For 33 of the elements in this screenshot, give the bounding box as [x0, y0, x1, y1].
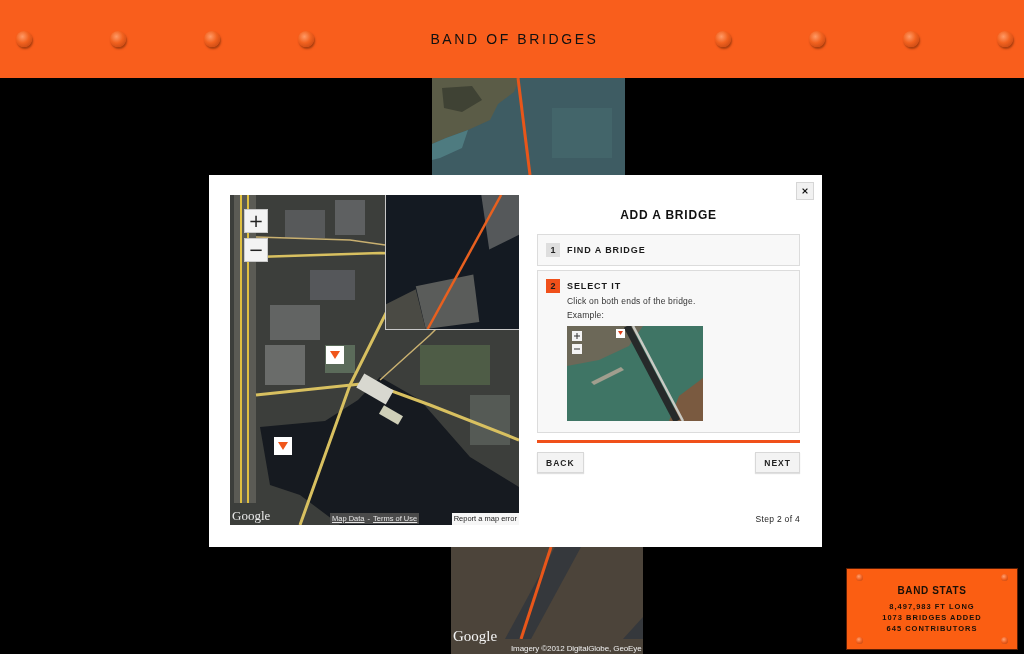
- map-logo: Google: [453, 629, 498, 644]
- step-description: Click on both ends of the bridge.: [567, 296, 697, 307]
- rivet-icon: [1001, 574, 1008, 581]
- map-attribution: Imagery ©2012 DigitalGlobe, GeoEye: [511, 644, 642, 653]
- step-title: FIND A BRIDGE: [567, 245, 646, 255]
- rivet-icon: [856, 637, 863, 644]
- step-number: 1: [546, 243, 560, 257]
- marker-icon: [326, 346, 344, 364]
- back-button[interactable]: BACK: [537, 452, 584, 473]
- rivet-icon: [110, 31, 126, 47]
- rivet-icon: [856, 574, 863, 581]
- close-button[interactable]: [796, 182, 814, 200]
- stats-title: BAND STATS: [897, 584, 967, 597]
- site-title: BAND OF BRIDGES: [430, 30, 599, 48]
- rivet-icon: [16, 31, 32, 47]
- close-icon: [802, 187, 808, 195]
- rivet-icon: [298, 31, 314, 47]
- rivet-icon: [809, 31, 825, 47]
- rivet-icon: [997, 31, 1013, 47]
- marker-icon: [274, 437, 292, 455]
- next-button[interactable]: NEXT: [755, 452, 800, 473]
- rivet-icon: [1001, 637, 1008, 644]
- rivet-icon: [715, 31, 731, 47]
- dialog-title: ADD A BRIDGE: [619, 207, 718, 223]
- step-counter: Step 2 of 4: [755, 514, 800, 525]
- example-label: Example:: [567, 310, 606, 321]
- map-logo: Google: [232, 509, 271, 522]
- zoom-in-button[interactable]: +: [244, 209, 268, 233]
- zoom-out-button[interactable]: −: [244, 238, 268, 262]
- rivet-icon: [204, 31, 220, 47]
- step-title: SELECT IT: [567, 281, 622, 291]
- step-number: 2: [546, 279, 560, 293]
- rivet-icon: [903, 31, 919, 47]
